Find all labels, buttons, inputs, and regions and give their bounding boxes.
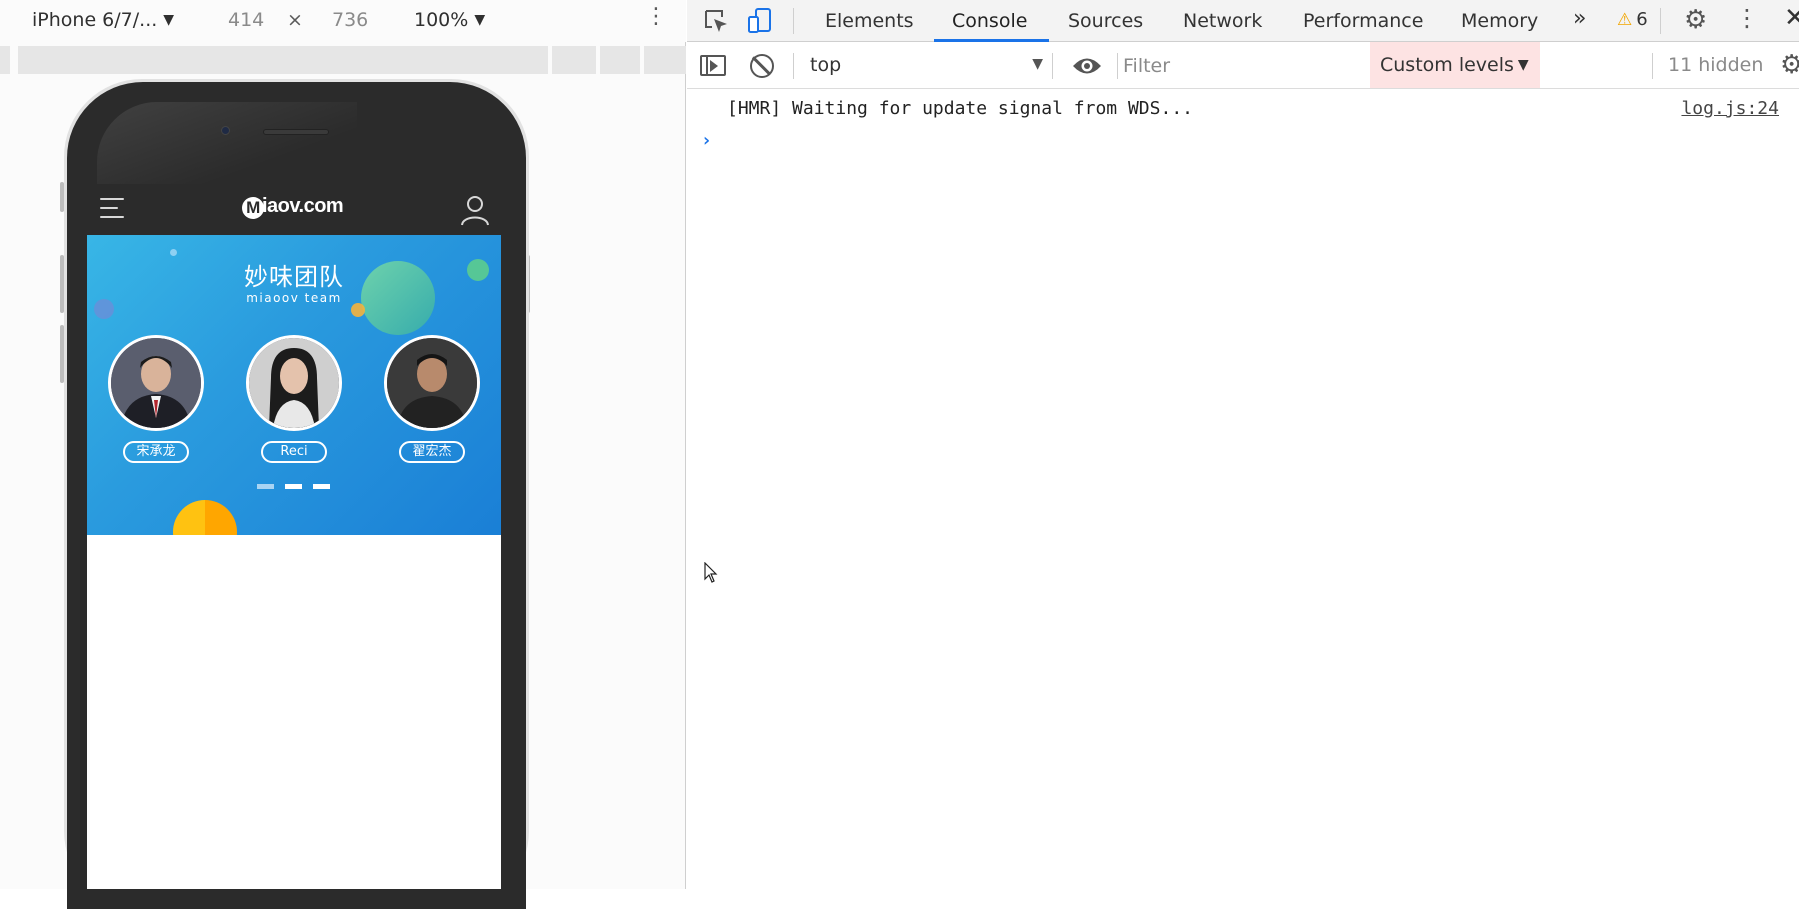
phone-camera — [221, 126, 230, 135]
phone-speaker — [263, 129, 329, 135]
tab-performance[interactable]: Performance — [1303, 10, 1423, 32]
toolbar-divider — [793, 8, 794, 34]
ruler-segment[interactable] — [552, 46, 596, 74]
console-output[interactable]: [HMR] Waiting for update signal from WDS… — [687, 90, 1799, 889]
tab-elements[interactable]: Elements — [825, 10, 914, 32]
decor-sun — [173, 500, 237, 535]
decor-dot — [351, 303, 365, 317]
team-banner[interactable]: 妙味团队 miaoov team 宋承龙 Reci 翟宏杰 — [87, 235, 501, 535]
eye-icon[interactable] — [1072, 55, 1102, 77]
decor-dot — [170, 249, 177, 256]
hidden-messages-count: 11 hidden — [1668, 54, 1764, 76]
logo-badge: M — [242, 197, 264, 219]
console-toolbar: top ▼ Custom levels▼ 11 hidden ⚙ — [687, 42, 1799, 89]
carousel-dot[interactable] — [313, 484, 330, 489]
avatar — [246, 335, 342, 431]
chevron-down-icon: ▼ — [474, 12, 486, 28]
app-header: Miaov.com — [87, 184, 501, 235]
banner-subtitle: miaoov team — [246, 291, 342, 305]
chevron-down-icon: ▼ — [1517, 57, 1529, 73]
member-name: Reci — [261, 441, 327, 463]
inspect-icon[interactable] — [703, 8, 729, 34]
tab-memory[interactable]: Memory — [1461, 10, 1538, 32]
clear-console-icon[interactable] — [750, 54, 774, 78]
device-select-label: iPhone 6/7/... — [32, 9, 158, 31]
devtools-panel: Elements Console Sources Network Perform… — [687, 0, 1799, 889]
toolbar-divider — [793, 53, 794, 79]
gear-icon[interactable]: ⚙ — [1684, 5, 1707, 35]
person-silhouette-icon — [387, 338, 477, 428]
context-select[interactable]: top ▼ — [810, 54, 1043, 76]
hamburger-icon[interactable] — [100, 198, 124, 220]
console-message-text: [HMR] Waiting for update signal from WDS… — [727, 98, 1193, 119]
toolbar-divider — [1052, 53, 1053, 79]
member-name: 宋承龙 — [123, 441, 189, 463]
zoom-label: 100% — [414, 9, 469, 31]
device-select[interactable]: iPhone 6/7/... ▼ — [32, 9, 174, 31]
zoom-select[interactable]: 100% ▼ — [414, 9, 485, 31]
carousel-dot[interactable] — [285, 484, 302, 489]
kebab-icon[interactable]: ⋮ — [1735, 4, 1759, 32]
device-toolbar: iPhone 6/7/... ▼ 414 × 736 100% ▼ ⋮ — [0, 0, 686, 42]
toolbar-divider — [1652, 53, 1653, 79]
mouse-cursor-icon — [704, 562, 718, 583]
tab-network[interactable]: Network — [1183, 10, 1262, 32]
console-message-source-link[interactable]: log.js:24 — [1681, 98, 1779, 119]
device-toolbar-menu-icon[interactable]: ⋮ — [645, 4, 667, 29]
avatar — [384, 335, 480, 431]
media-query-ruler[interactable] — [0, 46, 686, 74]
avatar — [108, 335, 204, 431]
console-settings-gear-icon[interactable]: ⚙ — [1780, 50, 1799, 80]
log-levels-label: Custom levels — [1380, 54, 1514, 76]
team-member-card[interactable]: Reci — [244, 335, 344, 463]
ruler-segment[interactable] — [0, 46, 10, 74]
tab-console[interactable]: Console — [952, 10, 1027, 32]
person-silhouette-icon — [249, 338, 339, 428]
dimension-separator: × — [287, 9, 303, 31]
viewport-width-input[interactable]: 414 — [228, 9, 264, 31]
site-logo[interactable]: Miaov.com — [242, 195, 344, 219]
chevron-down-icon: ▼ — [163, 12, 175, 28]
context-label: top — [810, 54, 842, 76]
viewport-height-input[interactable]: 736 — [332, 9, 368, 31]
user-icon[interactable] — [460, 194, 490, 226]
warning-icon: ⚠ — [1617, 10, 1633, 30]
member-name: 翟宏杰 — [399, 441, 465, 463]
device-emulation-pane: iPhone 6/7/... ▼ 414 × 736 100% ▼ ⋮ Miaov.… — [0, 0, 686, 909]
warning-count: 6 — [1636, 9, 1648, 30]
ruler-segment[interactable] — [600, 46, 640, 74]
sidebar-toggle-icon[interactable] — [700, 55, 726, 76]
team-member-card[interactable]: 翟宏杰 — [382, 335, 482, 463]
ruler-segment[interactable] — [644, 46, 686, 74]
console-message[interactable]: [HMR] Waiting for update signal from WDS… — [687, 90, 1799, 122]
chevron-down-icon: ▼ — [1032, 56, 1043, 72]
toolbar-divider — [1660, 8, 1661, 34]
logo-text: iaov.com — [262, 195, 344, 217]
emulated-screen: Miaov.com 妙味团队 miaoov team 宋承龙 Reci 翟宏杰 — [87, 184, 501, 889]
console-prompt[interactable]: › — [701, 130, 712, 151]
warning-counter[interactable]: ⚠ 6 — [1617, 9, 1648, 30]
log-levels-select[interactable]: Custom levels ▼ — [1370, 42, 1540, 88]
ruler-segment[interactable] — [18, 46, 548, 74]
team-member-card[interactable]: 宋承龙 — [106, 335, 206, 463]
filter-input[interactable] — [1123, 50, 1373, 82]
tab-sources[interactable]: Sources — [1068, 10, 1143, 32]
banner-title: 妙味团队 — [244, 263, 344, 291]
device-toggle-icon[interactable] — [747, 8, 773, 34]
close-icon[interactable]: ✕ — [1784, 3, 1799, 33]
toolbar-divider — [1117, 53, 1118, 79]
devtools-tabbar: Elements Console Sources Network Perform… — [687, 0, 1799, 42]
carousel-dot[interactable] — [257, 484, 274, 489]
person-silhouette-icon — [111, 338, 201, 428]
more-tabs-icon[interactable]: » — [1573, 6, 1586, 31]
